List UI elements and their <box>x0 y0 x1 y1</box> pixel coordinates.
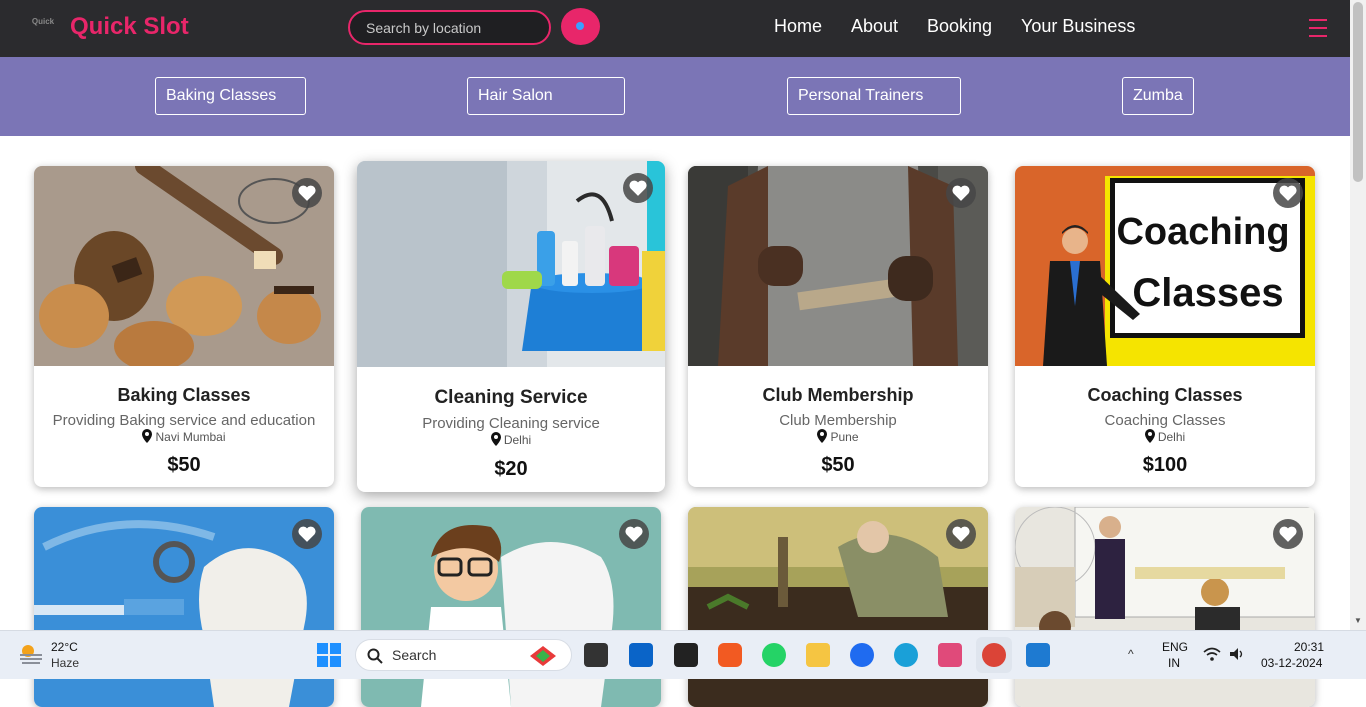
card-location: Navi Mumbai <box>34 429 334 444</box>
weather-description[interactable]: Haze <box>51 656 79 670</box>
location-pin-icon <box>490 432 501 446</box>
hamburger-menu-icon[interactable] <box>1309 19 1327 37</box>
language-region[interactable]: IN <box>1168 656 1180 670</box>
card-price: $50 <box>821 454 855 476</box>
favorite-heart-icon[interactable] <box>292 178 322 208</box>
language-code[interactable]: ENG <box>1162 640 1188 654</box>
zoom-icon[interactable] <box>850 643 874 667</box>
coaching-image-text-1: Coaching <box>1116 211 1289 253</box>
navbar: Quick Quick Slot Home About Booking Your… <box>0 0 1350 57</box>
taskbar-search-box[interactable]: Search <box>355 639 572 671</box>
favorite-heart-icon[interactable] <box>292 519 322 549</box>
search-button[interactable] <box>561 8 600 45</box>
clock-date[interactable]: 03-12-2024 <box>1261 656 1322 670</box>
weather-temperature[interactable]: 22°C <box>51 640 78 654</box>
wifi-icon[interactable] <box>1203 646 1221 662</box>
cleaning-image <box>357 161 665 367</box>
card-location: Delhi <box>1015 429 1315 444</box>
windows-start-icon[interactable] <box>317 643 341 667</box>
favorite-heart-icon[interactable] <box>946 519 976 549</box>
favorite-heart-icon[interactable] <box>623 173 653 203</box>
location-text: Delhi <box>1157 430 1186 444</box>
volume-icon[interactable] <box>1228 646 1246 662</box>
clock-time[interactable]: 20:31 <box>1294 640 1324 654</box>
location-pin-icon <box>1144 429 1155 443</box>
club-membership-image <box>688 166 988 366</box>
edge-browser-icon[interactable] <box>894 643 918 667</box>
location-text: Pune <box>830 430 859 444</box>
location-pin-icon <box>817 429 828 443</box>
category-baking-classes[interactable]: Baking Classes <box>155 77 306 115</box>
location-text: Navi Mumbai <box>155 430 226 444</box>
scroll-down-arrow-icon[interactable]: ▼ <box>1354 616 1362 625</box>
whatsapp-icon[interactable] <box>762 643 786 667</box>
category-hair-salon[interactable]: Hair Salon <box>467 77 625 115</box>
card-location: Pune <box>688 429 988 444</box>
location-search-input[interactable] <box>348 10 551 45</box>
task-view-icon[interactable] <box>584 643 608 667</box>
card-description: Providing Cleaning service <box>422 415 600 432</box>
page-scrollbar[interactable]: ▼ <box>1350 0 1366 632</box>
outlook-icon[interactable] <box>629 643 653 667</box>
brave-browser-icon[interactable] <box>718 643 742 667</box>
sticky-notes-icon[interactable] <box>674 643 698 667</box>
card-title: Coaching Classes <box>1087 385 1243 405</box>
location-pin-icon <box>142 429 153 443</box>
coaching-image-text-2: Classes <box>1132 271 1283 315</box>
location-text: Delhi <box>503 433 532 447</box>
card-title: Cleaning Service <box>434 387 588 408</box>
nav-your-business-link[interactable]: Your Business <box>1021 16 1135 37</box>
nav-booking-link[interactable]: Booking <box>927 16 992 37</box>
vscode-icon[interactable] <box>1026 643 1050 667</box>
card-price: $100 <box>1142 454 1188 476</box>
service-card-coaching[interactable]: Coaching Classes Coaching Classes Coachi… <box>1015 166 1315 487</box>
brand-name[interactable]: Quick Slot <box>70 13 189 41</box>
card-description: Coaching Classes <box>1104 412 1226 429</box>
nav-about-link[interactable]: About <box>851 16 898 37</box>
search-icon <box>367 648 383 664</box>
taskbar-search-label: Search <box>392 647 437 663</box>
file-explorer-icon[interactable] <box>806 643 830 667</box>
category-bar: Baking Classes Hair Salon Personal Train… <box>0 57 1350 136</box>
card-description: Providing Baking service and education <box>52 412 316 429</box>
favorite-heart-icon[interactable] <box>946 178 976 208</box>
baking-image <box>34 166 334 371</box>
card-title: Club Membership <box>762 385 914 405</box>
nav-home-link[interactable]: Home <box>774 16 822 37</box>
favorite-heart-icon[interactable] <box>1273 178 1303 208</box>
windows-taskbar: 22°C Haze Search ^ ENG IN 20:31 03-12-20… <box>0 630 1366 679</box>
card-description: Club Membership <box>779 412 897 429</box>
show-hidden-icons-chevron-icon[interactable]: ^ <box>1128 647 1134 661</box>
snipping-tool-icon[interactable] <box>938 643 962 667</box>
weather-haze-icon[interactable] <box>18 641 44 667</box>
service-card-baking[interactable]: Baking Classes Providing Baking service … <box>34 166 334 487</box>
logo-icon[interactable]: Quick <box>30 17 56 37</box>
service-card-club-membership[interactable]: Club Membership Club Membership Pune $50 <box>688 166 988 487</box>
search-highlight-icon <box>530 646 556 666</box>
chrome-browser-icon[interactable] <box>982 643 1006 667</box>
favorite-heart-icon[interactable] <box>1273 519 1303 549</box>
search-icon <box>576 22 584 30</box>
scrollbar-thumb[interactable] <box>1353 2 1363 182</box>
favorite-heart-icon[interactable] <box>619 519 649 549</box>
category-personal-trainers[interactable]: Personal Trainers <box>787 77 961 115</box>
card-price: $20 <box>494 458 528 480</box>
card-title: Baking Classes <box>117 385 251 405</box>
card-price: $50 <box>167 454 201 476</box>
category-zumba[interactable]: Zumba <box>1122 77 1194 115</box>
card-location: Delhi <box>357 432 665 447</box>
coaching-image: Coaching Classes <box>1015 166 1315 366</box>
service-card-cleaning[interactable]: Cleaning Service Providing Cleaning serv… <box>357 161 665 492</box>
